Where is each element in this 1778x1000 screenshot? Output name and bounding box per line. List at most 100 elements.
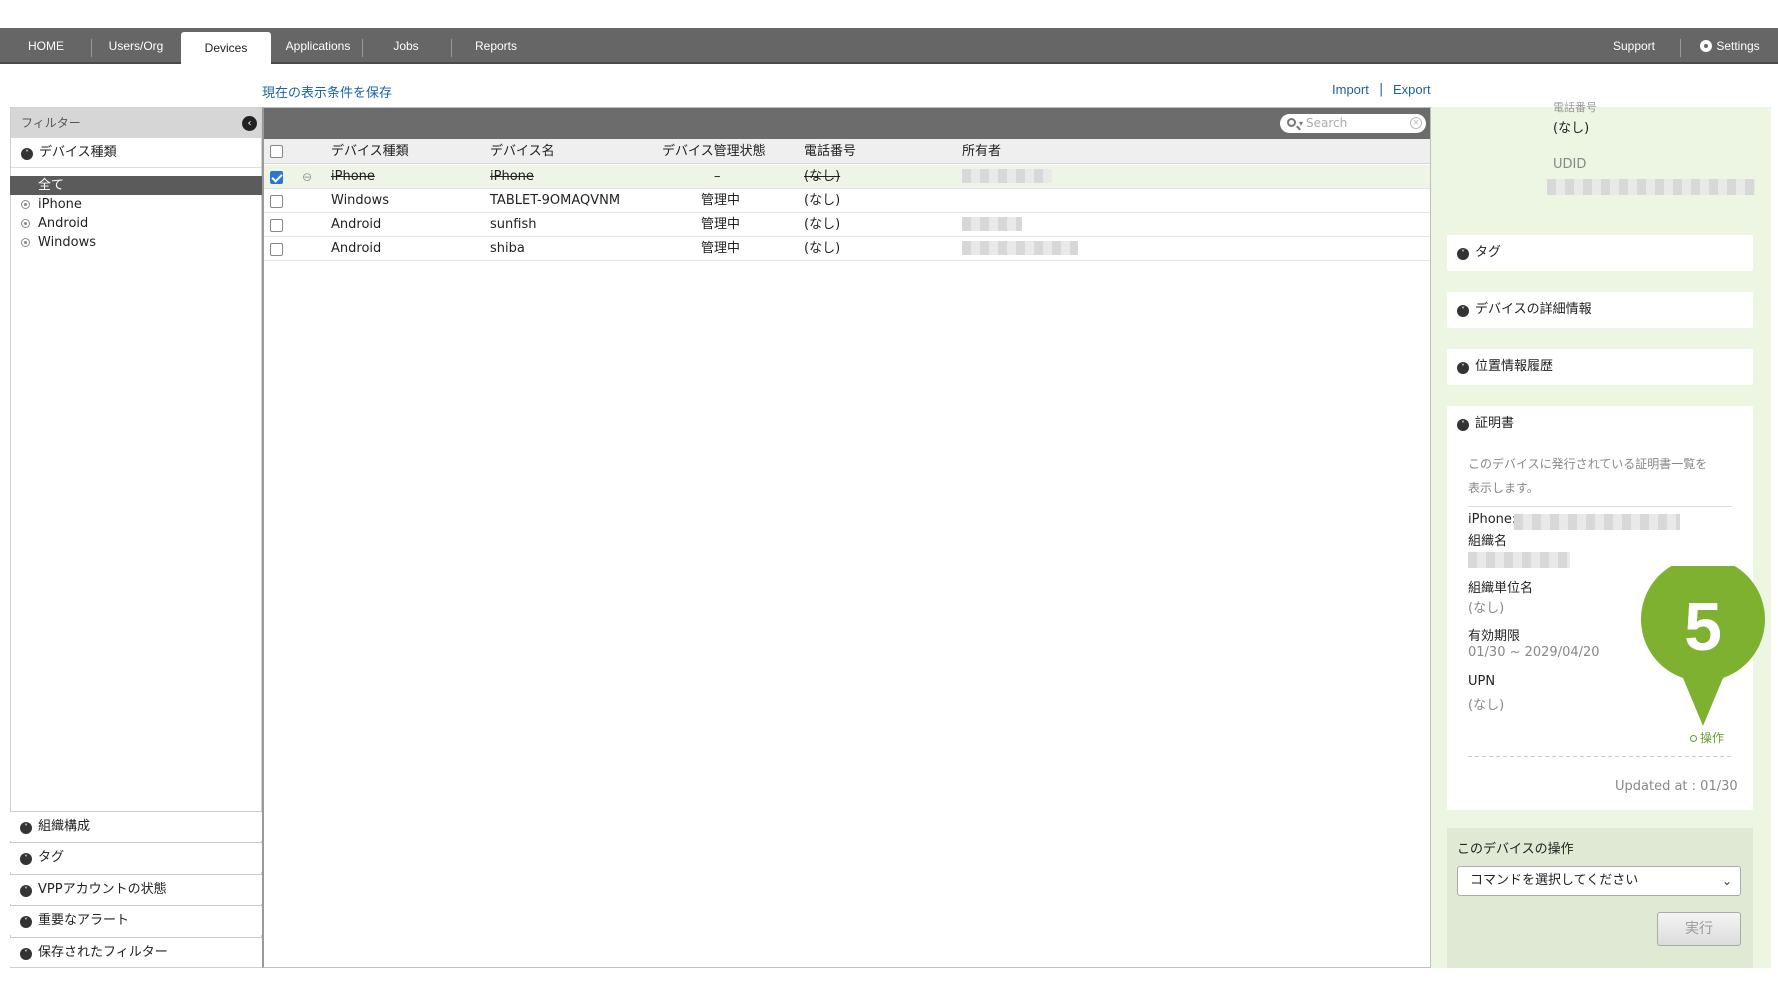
column-header-phone[interactable]: 電話番号	[804, 139, 856, 164]
cell-device-name[interactable]: TABLET-9OMAQVNM	[490, 189, 620, 213]
chevron-down-icon: ˅	[1457, 305, 1469, 317]
filter-section-label: 重要なアラート	[38, 913, 130, 928]
certificate-device-redacted	[1514, 514, 1680, 530]
chevron-up-icon: ˄	[1457, 419, 1469, 431]
tab-applications[interactable]: Applications	[278, 28, 358, 64]
cell-device-name[interactable]: shiba	[490, 237, 525, 261]
row-checkbox[interactable]	[270, 195, 283, 208]
filter-device-type-all[interactable]: 全て	[10, 176, 262, 195]
import-link[interactable]: Import	[1332, 82, 1369, 97]
column-header-owner[interactable]: 所有者	[962, 139, 1001, 164]
row-checkbox[interactable]	[270, 171, 283, 184]
updated-at: Updated at : 01/30	[1615, 779, 1738, 794]
location-history-section-label: 位置情報履歴	[1475, 359, 1554, 374]
filter-device-type-android[interactable]: Android	[10, 214, 262, 233]
table-row[interactable]: Android shiba 管理中 (なし)	[264, 237, 1430, 261]
execute-button[interactable]: 実行	[1657, 912, 1741, 946]
radio-icon	[21, 200, 30, 209]
top-navigation: HOME Users/Org Devices Applications Jobs…	[0, 28, 1778, 66]
certificate-section-header[interactable]: ˄ 証明書	[1447, 406, 1753, 442]
chevron-down-icon: ˅	[20, 853, 32, 865]
tags-section[interactable]: ˅ タグ	[1447, 235, 1753, 271]
device-detail-panel: 電話番号 (なし) UDID ˅ タグ ˅ デバイスの詳細情報 ˅ 位置情報履歴 ˄ 証…	[1431, 101, 1771, 968]
tab-devices[interactable]: Devices	[181, 32, 271, 66]
device-operations-title: このデバイスの操作	[1457, 842, 1574, 857]
certificate-operation-link[interactable]: 操作	[1690, 729, 1724, 746]
phone-label: 電話番号	[1553, 101, 1597, 114]
callout-number: 5	[1684, 589, 1722, 665]
certificate-unit-label: 組織単位名	[1468, 581, 1534, 596]
filter-section-org[interactable]: ˅ 組織構成	[10, 811, 262, 841]
save-conditions-link[interactable]: 現在の表示条件を保存	[262, 82, 392, 101]
udid-label: UDID	[1553, 157, 1587, 172]
filter-section-tags[interactable]: ˅ タグ	[10, 842, 262, 872]
filter-section-label: 組織構成	[38, 819, 91, 834]
tab-separator	[362, 39, 363, 57]
column-header-device-type[interactable]: デバイス種類	[331, 139, 409, 164]
divider	[1468, 756, 1732, 757]
chevron-down-icon: ˅	[20, 916, 32, 928]
chevron-down-icon: ˅	[20, 885, 32, 897]
device-type-section-header[interactable]: ˄ デバイス種類	[11, 138, 261, 168]
command-select[interactable]: コマンドを選択してください ⌄	[1457, 866, 1741, 896]
cell-device-type: Android	[331, 241, 382, 256]
clear-icon[interactable]: ×	[1410, 117, 1422, 129]
select-all-checkbox[interactable]	[270, 145, 283, 158]
chevron-down-icon: ⌄	[1721, 874, 1732, 888]
filter-section-alerts[interactable]: ˅ 重要なアラート	[10, 905, 262, 935]
row-checkbox[interactable]	[270, 243, 283, 256]
device-type-section-label: デバイス種類	[39, 145, 117, 160]
cell-phone: (なし)	[804, 241, 841, 256]
cell-status: –	[714, 169, 721, 184]
cell-device-type: iPhone	[331, 169, 375, 184]
udid-redacted	[1547, 179, 1755, 195]
table-row[interactable]: ⊖ iPhone iPhone – (なし)	[264, 165, 1430, 189]
operation-link-label: 操作	[1700, 731, 1725, 745]
tab-separator	[91, 39, 92, 57]
filter-device-type-windows[interactable]: Windows	[10, 233, 262, 252]
filter-section-vpp[interactable]: ˅ VPPアカウントの状態	[10, 874, 262, 904]
certificate-expiry-value: 01/30 ~ 2029/04/20	[1468, 645, 1600, 660]
filter-header: フィルター ‹	[11, 108, 261, 138]
table-row[interactable]: Windows TABLET-9OMAQVNM 管理中 (なし)	[264, 189, 1430, 213]
cell-device-name[interactable]: sunfish	[490, 213, 536, 237]
device-details-section[interactable]: ˅ デバイスの詳細情報	[1447, 292, 1753, 328]
device-operations-box: このデバイスの操作 コマンドを選択してください ⌄ 実行	[1447, 828, 1753, 968]
column-header-status[interactable]: デバイス管理状態	[662, 139, 766, 164]
certificate-upn-label: UPN	[1468, 674, 1496, 689]
tab-users-org[interactable]: Users/Org	[100, 28, 172, 64]
support-link[interactable]: Support	[1604, 28, 1664, 64]
cell-device-name[interactable]: iPhone	[490, 165, 534, 189]
app-root: HOME Users/Org Devices Applications Jobs…	[0, 0, 1778, 1000]
chevron-down-icon: ▾	[1299, 119, 1304, 128]
search-input[interactable]: ▾ Search ×	[1280, 114, 1426, 133]
location-history-section[interactable]: ˅ 位置情報履歴	[1447, 349, 1753, 385]
row-checkbox[interactable]	[270, 219, 283, 232]
chevron-up-icon: ˄	[21, 148, 33, 160]
filter-item-label: iPhone	[38, 197, 82, 212]
unlink-icon: ⊖	[302, 170, 313, 184]
tab-jobs[interactable]: Jobs	[376, 28, 436, 64]
search-placeholder: Search	[1306, 116, 1348, 130]
filter-title: フィルター	[21, 116, 81, 130]
tab-separator	[1680, 39, 1681, 57]
filter-item-label: Android	[38, 216, 89, 231]
cell-status: 管理中	[701, 217, 741, 232]
tab-home[interactable]: HOME	[12, 28, 80, 64]
owner-redacted	[962, 169, 1052, 183]
filter-section-saved[interactable]: ˅ 保存されたフィルター	[10, 937, 262, 967]
cell-status: 管理中	[701, 241, 741, 256]
gear-icon	[1700, 40, 1713, 52]
collapse-panel-icon[interactable]: ‹	[242, 116, 257, 131]
tab-reports[interactable]: Reports	[466, 28, 526, 64]
table-row[interactable]: Android sunfish 管理中 (なし)	[264, 213, 1430, 237]
divider	[1468, 506, 1732, 507]
cell-status: 管理中	[701, 193, 741, 208]
radio-icon	[21, 238, 30, 247]
column-header-device-name[interactable]: デバイス名	[490, 139, 555, 164]
certificate-org-redacted	[1468, 552, 1570, 568]
filter-device-type-iphone[interactable]: iPhone	[10, 195, 262, 214]
settings-link[interactable]: Settings	[1690, 28, 1770, 64]
export-link[interactable]: Export	[1393, 82, 1431, 97]
chevron-down-icon: ˅	[1457, 248, 1469, 260]
